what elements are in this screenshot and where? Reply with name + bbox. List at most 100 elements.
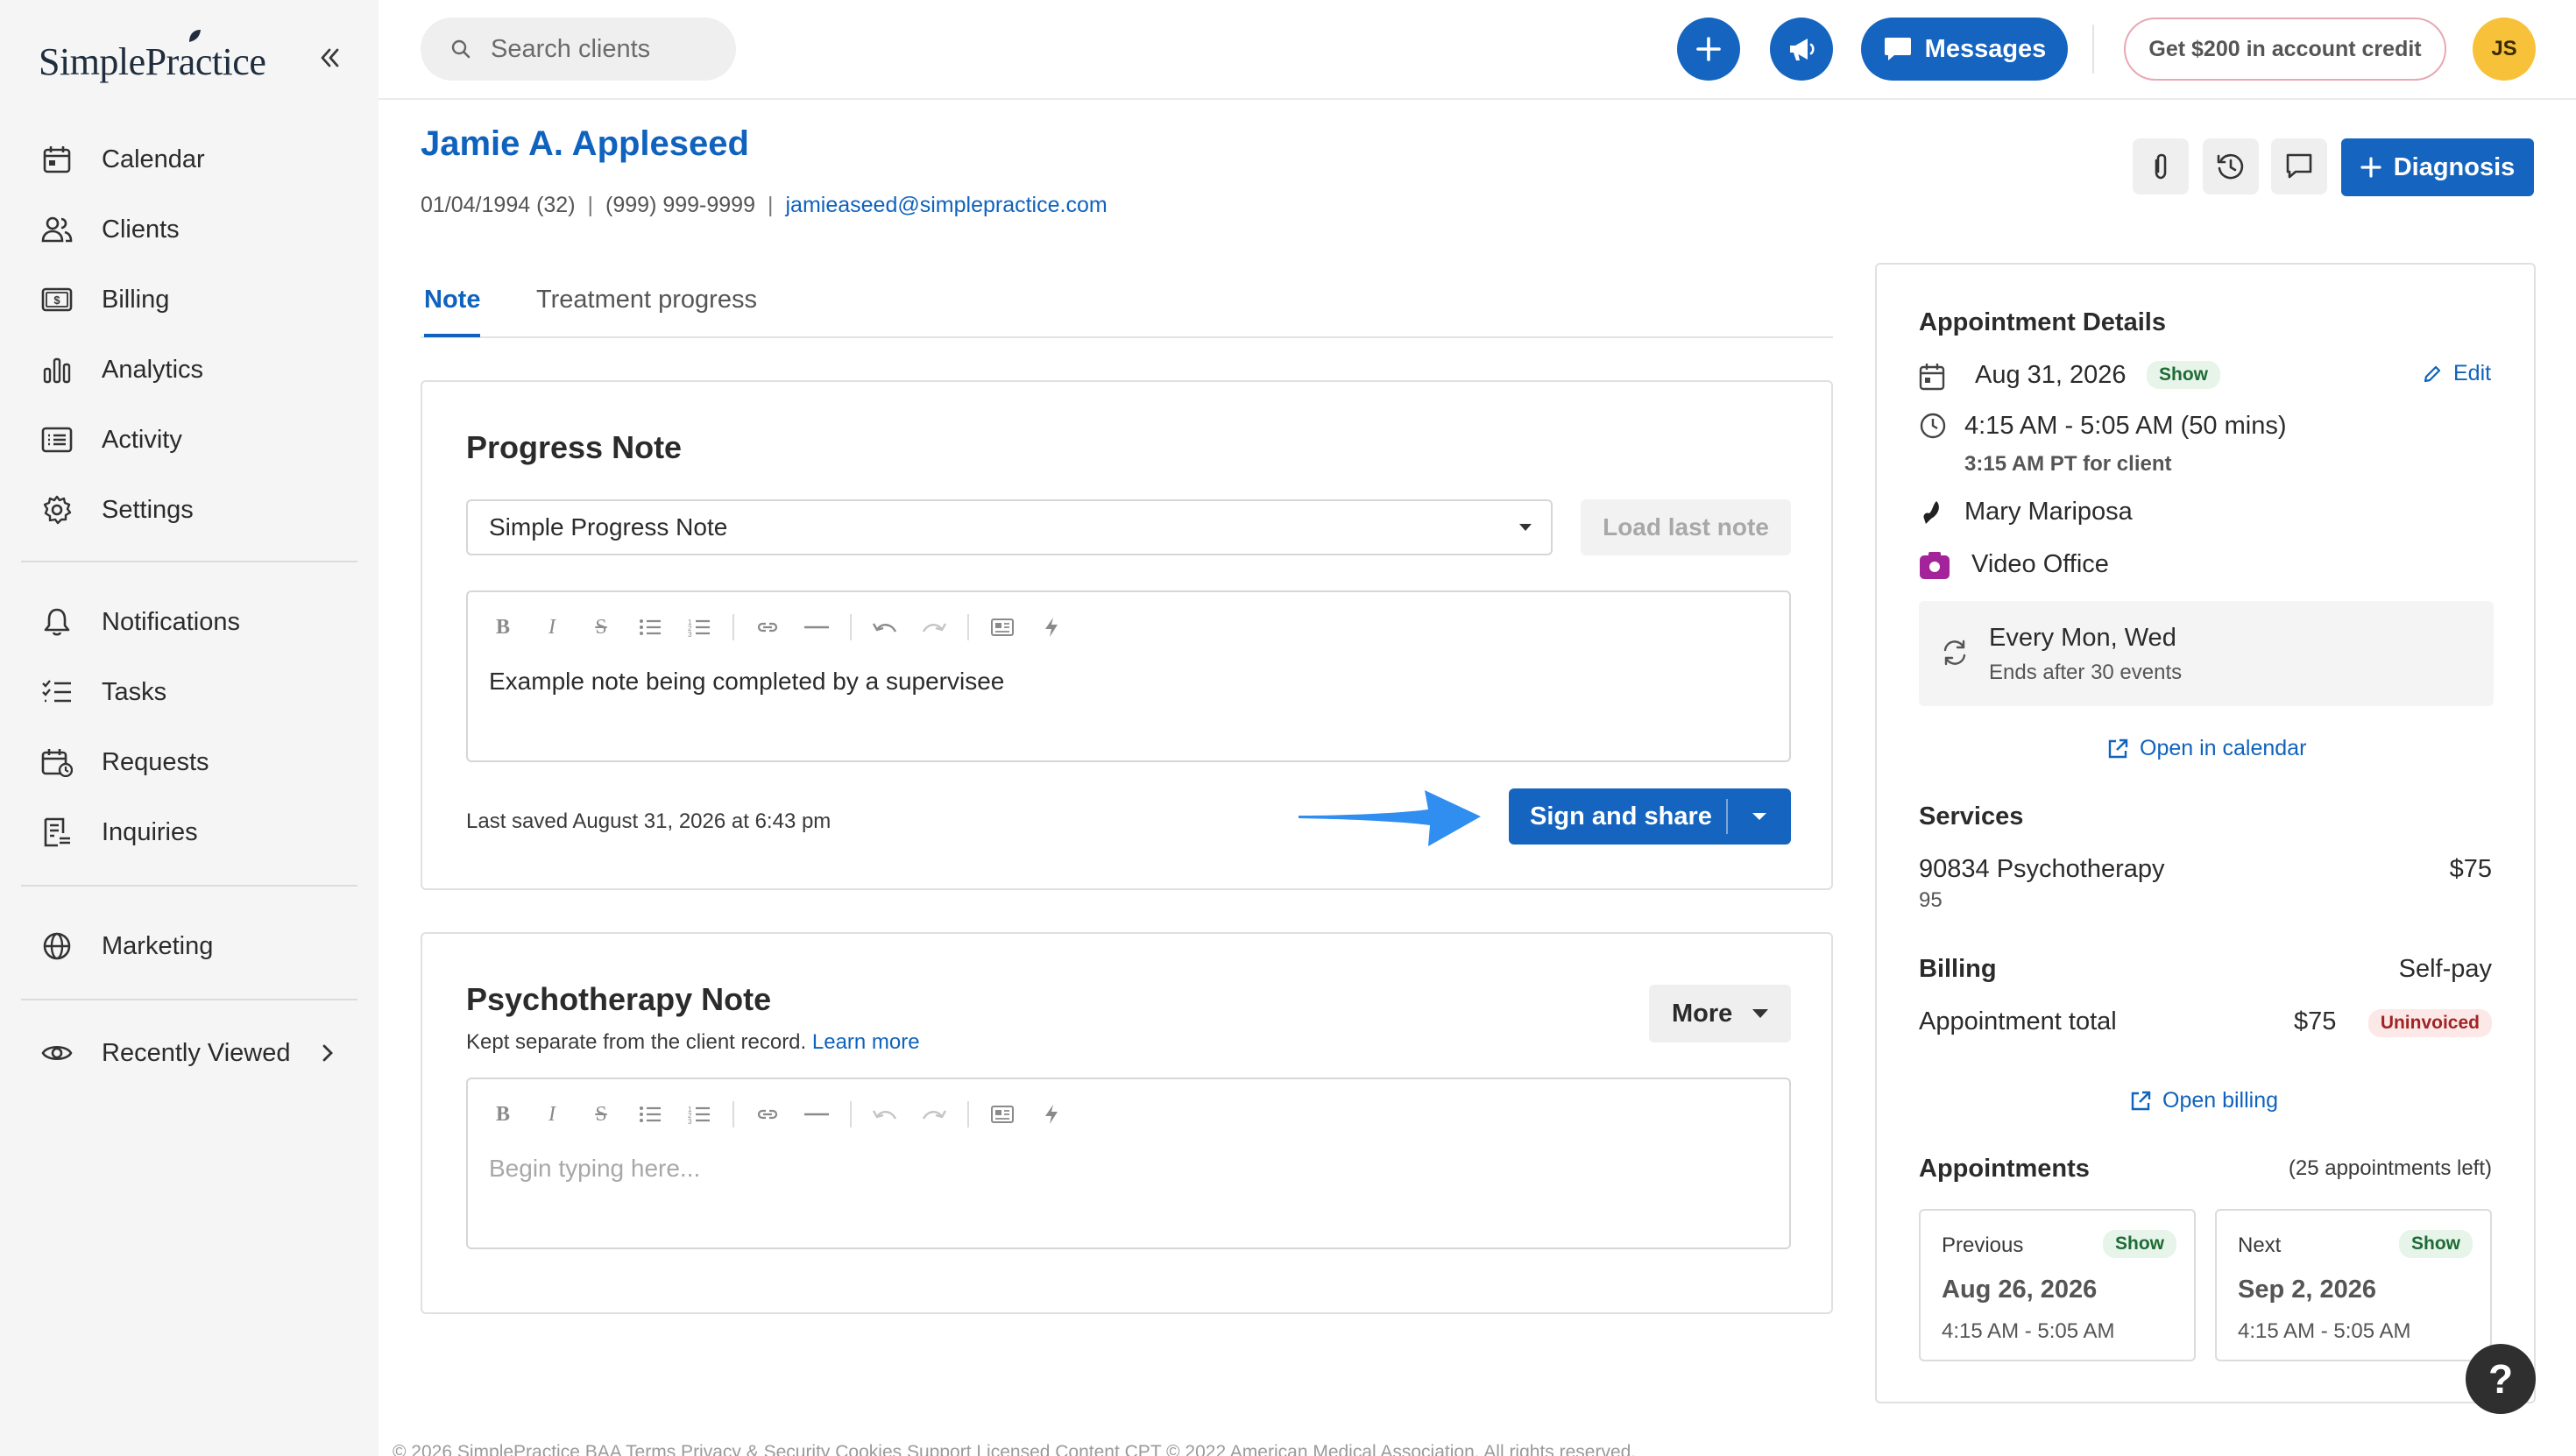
history-button[interactable] — [2203, 138, 2259, 194]
bold-icon[interactable]: B — [487, 1099, 519, 1130]
clinician-name: Mary Mariposa — [1964, 498, 2133, 526]
link-icon[interactable] — [752, 1099, 783, 1130]
redo-icon[interactable] — [918, 611, 950, 643]
numbered-list-icon[interactable]: 123 — [683, 611, 715, 643]
learn-more-link[interactable]: Learn more — [812, 1030, 920, 1054]
client-name[interactable]: Jamie A. Appleseed — [421, 124, 749, 164]
horizontal-rule-icon[interactable] — [801, 1099, 832, 1130]
appointment-details-heading: Appointment Details — [1919, 308, 2166, 336]
services-heading: Services — [1919, 802, 2024, 830]
open-in-calendar-link[interactable]: Open in calendar — [2106, 736, 2306, 761]
bullet-list-icon[interactable] — [634, 611, 666, 643]
tab-treatment-progress[interactable]: Treatment progress — [536, 286, 757, 334]
sign-and-share-label: Sign and share — [1530, 802, 1712, 830]
client-email-link[interactable]: jamieaseed@simplepractice.com — [786, 193, 1108, 217]
sidebar-item-requests[interactable]: Requests — [21, 734, 357, 790]
psychotherapy-note-placeholder: Begin typing here... — [489, 1155, 701, 1182]
undo-icon[interactable] — [869, 1099, 901, 1130]
smart-field-icon[interactable] — [987, 611, 1018, 643]
lightning-icon[interactable] — [1036, 611, 1067, 643]
sidebar-item-settings[interactable]: Settings — [21, 482, 357, 538]
sign-options-dropdown[interactable] — [1728, 811, 1791, 822]
bold-icon[interactable]: B — [487, 611, 519, 643]
attach-file-button[interactable] — [2133, 138, 2189, 194]
undo-icon[interactable] — [869, 611, 901, 643]
billing-type: Self-pay — [2398, 955, 2492, 983]
sidebar-item-activity[interactable]: Activity — [21, 412, 357, 468]
collapse-sidebar-button[interactable] — [314, 42, 345, 74]
previous-appointment-card[interactable]: Previous Show Aug 26, 2026 4:15 AM - 5:0… — [1919, 1209, 2196, 1361]
load-last-note-button[interactable]: Load last note — [1581, 499, 1791, 555]
psychotherapy-note-editor[interactable]: B I S 123 Begin typing here... — [466, 1078, 1791, 1249]
sidebar-divider — [21, 885, 357, 887]
sidebar-item-label: Recently Viewed — [102, 1038, 291, 1067]
account-credit-button[interactable]: Get $200 in account credit — [2124, 18, 2446, 81]
lightning-icon[interactable] — [1036, 1099, 1067, 1130]
meta-separator: | — [587, 193, 594, 217]
svg-text:3: 3 — [688, 631, 692, 637]
last-saved-text: Last saved August 31, 2026 at 6:43 pm — [466, 809, 832, 833]
sidebar-item-notifications[interactable]: Notifications — [21, 594, 357, 650]
strikethrough-icon[interactable]: S — [585, 611, 617, 643]
note-template-select[interactable]: Simple Progress Note — [466, 499, 1553, 555]
pointer-arrow-icon — [1299, 790, 1481, 846]
help-button[interactable]: ? — [2466, 1344, 2536, 1414]
messages-label: Messages — [1924, 34, 2047, 63]
comments-button[interactable] — [2271, 138, 2327, 194]
tab-note[interactable]: Note — [424, 286, 481, 337]
service-duration: 95 — [1919, 888, 1943, 912]
messages-button[interactable]: Messages — [1861, 18, 2068, 81]
progress-note-editor[interactable]: B I S 123 Example note being completed b… — [466, 590, 1791, 762]
edit-appointment-link[interactable]: Edit — [2422, 361, 2491, 386]
edit-label: Edit — [2453, 361, 2492, 385]
sidebar-item-tasks[interactable]: Tasks — [21, 664, 357, 720]
italic-icon[interactable]: I — [536, 1099, 568, 1130]
next-date: Sep 2, 2026 — [2238, 1276, 2376, 1304]
next-label: Next — [2238, 1233, 2282, 1257]
sidebar-item-recently-viewed[interactable]: Recently Viewed — [21, 1025, 357, 1081]
editor-toolbar: B I S 123 — [487, 611, 1085, 643]
sidebar-item-inquiries[interactable]: Inquiries — [21, 804, 357, 860]
bullet-list-icon[interactable] — [634, 1099, 666, 1130]
user-avatar[interactable]: JS — [2473, 18, 2536, 81]
help-label: ? — [2488, 1356, 2514, 1402]
status-badge: Show — [2399, 1230, 2473, 1258]
next-appointment-card[interactable]: Next Show Sep 2, 2026 4:15 AM - 5:05 AM — [2215, 1209, 2492, 1361]
chat-bubble-icon — [1884, 38, 1911, 60]
clock-icon — [1920, 413, 1946, 439]
search-bar[interactable] — [421, 18, 736, 81]
open-billing-link[interactable]: Open billing — [2129, 1088, 2278, 1113]
sidebar-item-billing[interactable]: $ Billing — [21, 272, 357, 328]
sidebar-item-calendar[interactable]: Calendar — [21, 131, 357, 187]
strikethrough-icon[interactable]: S — [585, 1099, 617, 1130]
more-options-button[interactable]: More — [1649, 985, 1791, 1043]
simplepractice-logo[interactable]: SimplePractice — [39, 30, 266, 84]
topbar-divider-line — [379, 98, 2576, 100]
external-link-icon — [2108, 739, 2128, 758]
italic-icon[interactable]: I — [536, 611, 568, 643]
appointment-details-panel: Appointment Details Aug 31, 2026 Show Ed… — [1875, 263, 2536, 1403]
chevron-right-icon — [322, 1044, 333, 1062]
sign-and-share-button[interactable]: Sign and share — [1509, 788, 1791, 845]
add-diagnosis-button[interactable]: Diagnosis — [2341, 138, 2534, 196]
comment-icon — [2286, 153, 2312, 179]
note-template-value: Simple Progress Note — [489, 513, 728, 541]
sidebar-item-clients[interactable]: Clients — [21, 201, 357, 258]
redo-icon[interactable] — [918, 1099, 950, 1130]
sidebar-item-analytics[interactable]: Analytics — [21, 342, 357, 398]
tasks-icon — [40, 675, 74, 709]
paperclip-icon — [2155, 153, 2167, 180]
sidebar-divider — [21, 561, 357, 562]
caret-down-icon — [1752, 1009, 1768, 1018]
link-icon[interactable] — [752, 611, 783, 643]
numbered-list-icon[interactable]: 123 — [683, 1099, 715, 1130]
topbar-divider — [2092, 25, 2094, 74]
eye-icon — [40, 1036, 74, 1070]
horizontal-rule-icon[interactable] — [801, 611, 832, 643]
add-button[interactable] — [1677, 18, 1740, 81]
sidebar-item-marketing[interactable]: Marketing — [21, 918, 357, 974]
smart-field-icon[interactable] — [987, 1099, 1018, 1130]
client-dob: 01/04/1994 (32) — [421, 193, 576, 217]
search-input[interactable] — [491, 34, 718, 64]
announcements-button[interactable] — [1770, 18, 1833, 81]
